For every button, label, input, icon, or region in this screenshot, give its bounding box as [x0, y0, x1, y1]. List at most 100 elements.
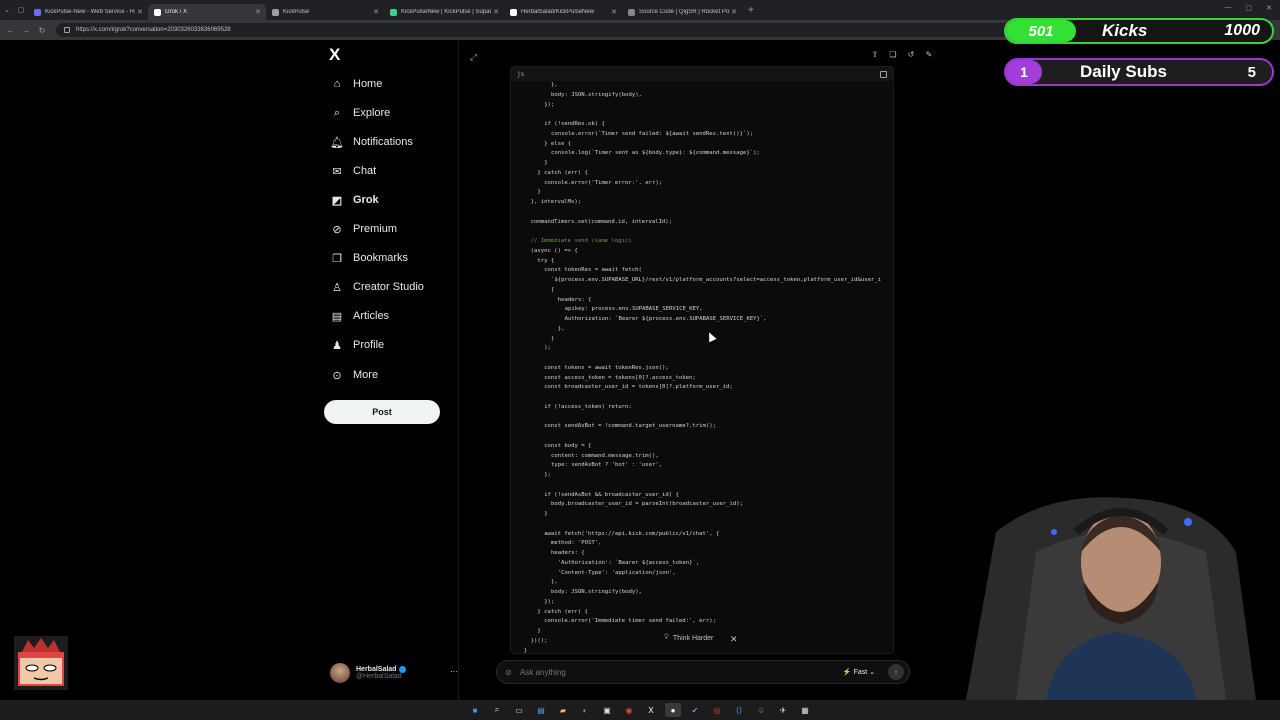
edge-icon[interactable]: ◐ [577, 703, 593, 717]
tab-favicon-icon [154, 8, 161, 16]
chrome-icon[interactable]: ◉ [621, 703, 637, 717]
browser-tab[interactable]: Grok / X ✕ [148, 4, 266, 20]
tab-close-icon[interactable]: ✕ [611, 8, 617, 16]
minimize-icon[interactable]: — [1225, 4, 1232, 12]
tab-favicon-icon [628, 8, 635, 16]
code-line: }); [544, 101, 555, 108]
new-tab-button[interactable]: + [748, 5, 754, 16]
notes-icon[interactable]: ▦ [797, 703, 813, 717]
bookmark-icon[interactable]: ❏ [888, 50, 898, 59]
mode-selector[interactable]: ⚡ Fast ⌄ [843, 668, 875, 676]
sidebar-item-label: Profile [353, 339, 385, 351]
share-icon[interactable]: ⇪ [870, 50, 880, 59]
browser-tab[interactable]: Source Code | QigSR | Rocket Pos ✕ [622, 4, 742, 20]
post-button[interactable]: Post [324, 400, 440, 424]
tab-close-icon[interactable]: ✕ [373, 8, 379, 16]
sidebar-item-label: Grok [353, 194, 379, 206]
bookmark-icon: ❐ [332, 252, 342, 265]
person-icon: ♟ [332, 339, 342, 352]
code-content: }, body: JSON.stringify(body),}); if (!sen… [517, 81, 893, 653]
sidebar-item-premium[interactable]: ⊘ Premium [330, 219, 397, 239]
code-line: }, [551, 82, 558, 88]
subs-goal: 5 [1247, 63, 1256, 81]
sidebar-item-chat[interactable]: ✉ Chat [330, 161, 376, 181]
bell-icon: 🔔︎ [330, 136, 344, 149]
store-icon[interactable]: ▣ [599, 703, 615, 717]
url-field[interactable]: https://x.com/i/grok?conversation=203032… [56, 23, 1016, 37]
obs-icon[interactable]: ● [665, 703, 681, 717]
tab-close-icon[interactable]: ✕ [255, 8, 261, 16]
screen: ⌄ ▢ KickPulse-New - Web Service - Re ✕ Gro… [0, 0, 1280, 720]
subs-goal-widget: 1 Daily Subs 5 [1004, 58, 1274, 86]
file-explorer-icon[interactable]: ▰ [555, 703, 571, 717]
sidebar-item-label: Creator Studio [353, 281, 424, 293]
think-harder-chip[interactable]: 💡︎ Think Harder [664, 634, 713, 642]
subs-current: 1 [1006, 60, 1042, 84]
start-icon[interactable]: ■ [467, 703, 483, 717]
code-line: console.error(`Timer send failed: ${awai… [551, 130, 754, 137]
sidebar-item-label: Premium [353, 223, 398, 235]
close-window-icon[interactable]: ✕ [1266, 4, 1272, 12]
browser-tab[interactable]: KickPulseNew | KickPulse | Supaba ✕ [384, 4, 504, 20]
ask-placeholder: Ask anything [520, 667, 566, 677]
check-icon[interactable]: ✔ [687, 703, 703, 717]
back-icon[interactable]: ← [4, 26, 16, 35]
discord-icon[interactable]: ☺ [753, 703, 769, 717]
tab-close-icon[interactable]: ✕ [493, 8, 499, 16]
sidebar-item-home[interactable]: ⌂ Home [330, 74, 383, 94]
code-line: type: sendAsBot ? 'bot' : 'user', [551, 462, 663, 469]
sidebar-item-more[interactable]: ⊙ More [330, 365, 378, 385]
app-icon[interactable]: ✈ [775, 703, 791, 717]
ask-input[interactable]: ⊘ Ask anything ⚡ Fast ⌄ ↑ [496, 660, 910, 684]
search-icon[interactable]: ⌕ [489, 703, 505, 717]
tab-close-icon[interactable]: ✕ [731, 8, 737, 16]
sidebar-item-articles[interactable]: ▤ Articles [330, 306, 389, 326]
x-logo-icon[interactable]: X [329, 46, 347, 64]
site-info-icon[interactable] [64, 27, 70, 33]
taskbar: ■ ⌕ ▭ ▤ ▰ ◐ ▣ ◉ X ● ✔ ◎ ⟨⟩ ☺ ✈ ▦ [0, 700, 1280, 720]
copy-icon[interactable] [880, 70, 887, 78]
tab-list-icon[interactable]: ⌄ [0, 0, 14, 20]
task-view-icon[interactable]: ▭ [511, 703, 527, 717]
history-icon[interactable]: ↺ [906, 50, 916, 59]
tab-favicon-icon [34, 8, 41, 16]
tab-close-icon[interactable]: ✕ [137, 8, 143, 16]
code-line: } [537, 189, 541, 196]
vscode-icon[interactable]: ⟨⟩ [731, 703, 747, 717]
browser-tab[interactable]: KickPulse-New - Web Service - Re ✕ [28, 4, 148, 20]
url-text: https://x.com/i/grok?conversation=203032… [76, 27, 231, 33]
search-icon: ⌕ [333, 106, 341, 119]
send-button[interactable]: ↑ [888, 664, 904, 680]
tab-groups-icon[interactable]: ▢ [14, 0, 28, 20]
expand-icon[interactable]: ⤢ [470, 52, 477, 63]
forward-icon[interactable]: → [20, 26, 32, 35]
browser-tab[interactable]: HerbalSalad/KickPulseNew ✕ [504, 4, 622, 20]
sidebar-item-profile[interactable]: ♟ Profile [330, 335, 384, 355]
code-line: Authorization: `Bearer ${process.env.SUP… [564, 316, 767, 322]
sidebar-item-explore[interactable]: ⌕ Explore [330, 103, 390, 123]
attach-icon[interactable]: ⊘ [505, 668, 513, 677]
dismiss-icon[interactable]: ✕ [730, 634, 738, 645]
sidebar-item-label: Bookmarks [353, 252, 409, 264]
sidebar-item-grok[interactable]: ◩ Grok [330, 190, 379, 210]
sidebar-item-bookmarks[interactable]: ❐ Bookmarks [330, 248, 408, 268]
maximize-icon[interactable]: ▢ [1246, 4, 1253, 12]
x-app-icon[interactable]: X [643, 703, 659, 717]
chrome-alt-icon[interactable]: ◎ [709, 703, 725, 717]
code-line: const access_token = tokens[0]?.access_t… [544, 374, 696, 381]
sidebar-item-notifications[interactable]: 🔔︎ Notifications [330, 132, 413, 152]
reload-icon[interactable]: ↻ [36, 26, 48, 35]
sidebar-item-label: Chat [353, 165, 377, 177]
account-switcher[interactable]: HerbalSalad @HerbalSalad ··· [330, 660, 458, 686]
sidebar-item-creator-studio[interactable]: ♙ Creator Studio [330, 277, 424, 297]
new-chat-icon[interactable]: ✎ [924, 50, 934, 59]
code-line: { [551, 286, 555, 293]
code-language: js [517, 70, 525, 78]
widgets-icon[interactable]: ▤ [533, 703, 549, 717]
browser-tab[interactable]: KickPulse ✕ [266, 4, 384, 20]
more-dots-icon[interactable]: ··· [450, 667, 458, 676]
code-line: if (!access_token) return; [544, 403, 632, 410]
code-line: apikey: process.env.SUPABASE_SERVICE_KEY… [564, 306, 703, 313]
